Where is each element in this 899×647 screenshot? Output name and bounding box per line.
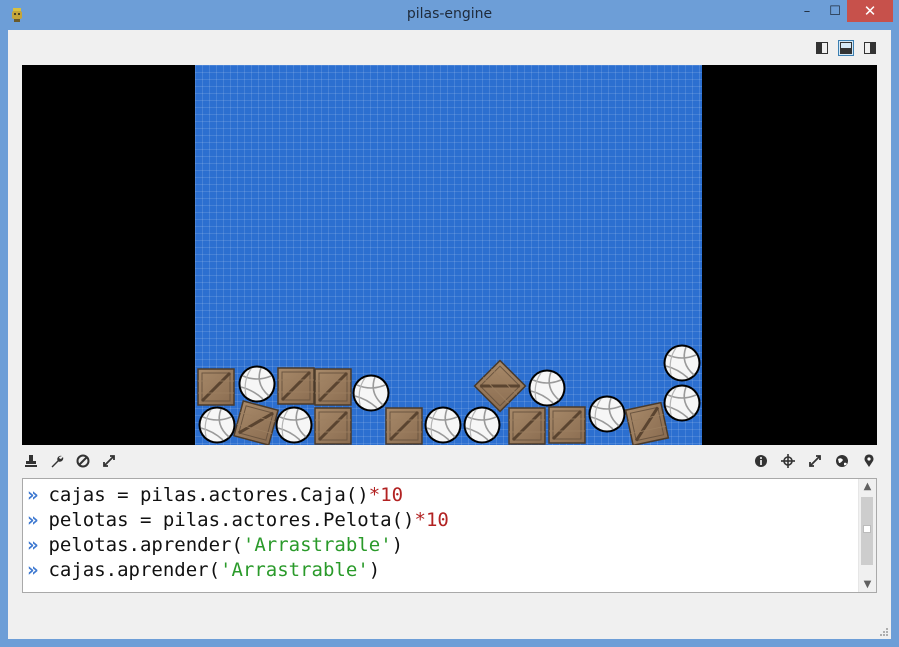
scrollbar-thumb-marker (863, 525, 871, 533)
ball-sprite[interactable] (662, 383, 702, 423)
code-tail: ) (391, 534, 404, 556)
editor-toolbar (22, 452, 877, 472)
console-line: » pelotas.aprender('Arrastrable') (27, 533, 449, 558)
console-line: » cajas.aprender('Arrastrable') (27, 558, 449, 583)
prompt-marker: » (27, 484, 39, 506)
ball-sprite[interactable] (423, 405, 463, 445)
console-output: » cajas = pilas.actores.Caja()*10» pelotas… (27, 483, 449, 583)
ball-sprite[interactable] (197, 405, 237, 445)
layout-bottom-panel-icon[interactable] (838, 40, 854, 56)
crate-sprite[interactable] (384, 406, 424, 445)
info-icon[interactable] (752, 452, 769, 469)
scroll-up-icon[interactable]: ▲ (859, 481, 876, 492)
stamp-icon[interactable] (22, 452, 39, 469)
game-scene (196, 343, 702, 445)
no-icon[interactable] (74, 452, 91, 469)
prompt-marker: » (27, 559, 39, 581)
crate-sprite[interactable] (507, 406, 547, 445)
game-canvas[interactable] (195, 65, 702, 445)
main-window: » cajas = pilas.actores.Caja()*10» pelotas… (8, 30, 891, 639)
globe-icon[interactable] (833, 452, 850, 469)
resize-grip-icon[interactable] (879, 627, 889, 637)
crate-sprite[interactable] (547, 405, 587, 445)
layout-switcher (814, 40, 878, 56)
fullscreen-icon[interactable] (806, 452, 823, 469)
scroll-down-icon[interactable]: ▼ (859, 579, 876, 590)
minimize-button[interactable]: – (794, 0, 820, 22)
ball-sprite[interactable] (351, 373, 391, 413)
prompt-marker: » (27, 509, 39, 531)
ball-sprite[interactable] (462, 405, 502, 445)
code-str: 'Arrastrable' (242, 534, 392, 556)
console-line: » cajas = pilas.actores.Caja()*10 (27, 483, 449, 508)
code-code: cajas = pilas.actores.Caja() (48, 484, 369, 506)
code-code: cajas.aprender( (48, 559, 221, 581)
wrench-icon[interactable] (48, 452, 65, 469)
crate-sprite[interactable] (313, 406, 353, 445)
python-console[interactable]: » cajas = pilas.actores.Caja()*10» pelotas… (22, 478, 877, 593)
crate-sprite[interactable] (624, 401, 670, 445)
ball-sprite[interactable] (662, 343, 702, 383)
console-scrollbar[interactable]: ▲ ▼ (858, 479, 876, 592)
code-tail: ) (368, 559, 381, 581)
console-line: » pelotas = pilas.actores.Pelota()*10 (27, 508, 449, 533)
code-num: *10 (414, 509, 449, 531)
crate-sprite[interactable] (232, 399, 280, 445)
maximize-button[interactable]: ☐ (822, 0, 848, 22)
window-title: pilas-engine (406, 6, 493, 22)
title-bar[interactable]: pilas-engine – ☐ ✕ (0, 0, 899, 30)
location-pin-icon[interactable] (860, 452, 877, 469)
code-code: pelotas = pilas.actores.Pelota() (48, 509, 415, 531)
prompt-marker: » (27, 534, 39, 556)
ball-sprite[interactable] (587, 394, 627, 434)
crate-sprite[interactable] (276, 366, 316, 406)
layout-left-panel-icon[interactable] (814, 40, 830, 56)
crosshair-icon[interactable] (779, 452, 796, 469)
close-button[interactable]: ✕ (847, 0, 893, 22)
crate-sprite[interactable] (313, 367, 353, 407)
crate-sprite[interactable] (473, 359, 527, 413)
crate-sprite[interactable] (196, 367, 236, 407)
code-str: 'Arrastrable' (220, 559, 369, 581)
ball-sprite[interactable] (527, 368, 567, 408)
ball-sprite[interactable] (274, 405, 314, 445)
game-viewport (22, 65, 877, 445)
layout-right-panel-icon[interactable] (862, 40, 878, 56)
code-code: pelotas.aprender( (48, 534, 243, 556)
code-num: *10 (368, 484, 404, 506)
expand-icon[interactable] (100, 452, 117, 469)
ball-sprite[interactable] (237, 364, 277, 404)
